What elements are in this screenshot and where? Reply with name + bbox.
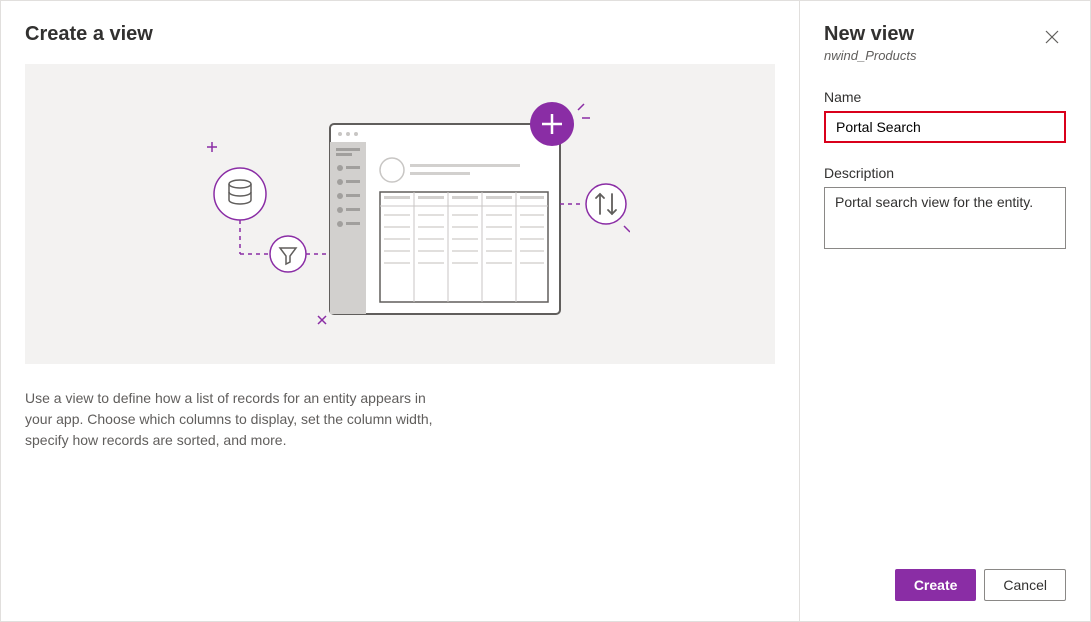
info-pane: Create a view [1,1,800,621]
name-input[interactable] [824,111,1066,143]
description-label: Description [824,165,1066,181]
form-pane: New view nwind_Products Name Description… [800,1,1090,621]
dialog-footer: Create Cancel [895,569,1066,601]
entity-subtitle: nwind_Products [824,48,917,63]
create-view-dialog: Create a view [0,0,1091,622]
close-button[interactable] [1038,23,1066,51]
create-button[interactable]: Create [895,569,977,601]
help-text: Use a view to define how a list of recor… [25,388,455,451]
cancel-button[interactable]: Cancel [984,569,1066,601]
view-illustration-svg [170,94,630,334]
form-header: New view nwind_Products [824,23,1066,89]
illustration [25,64,775,364]
page-title: Create a view [25,23,775,46]
description-input[interactable] [824,187,1066,249]
close-icon [1045,30,1059,44]
name-label: Name [824,89,1066,105]
panel-title: New view [824,23,917,46]
